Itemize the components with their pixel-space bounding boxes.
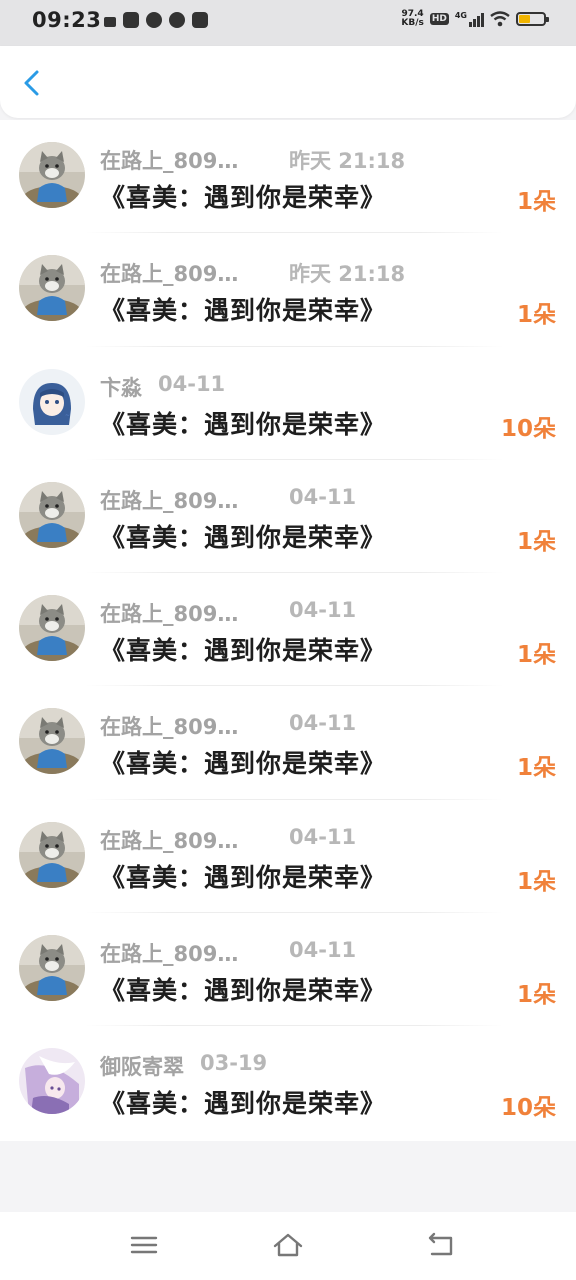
header-bar xyxy=(0,46,576,118)
avatar[interactable] xyxy=(19,481,85,548)
gift-row[interactable]: 在路上_809… 04-11 《喜美：遇到你是荣幸》 1朵 xyxy=(0,573,576,687)
status-bar: 09:23 97.4 KB/s HD 4G xyxy=(0,0,576,46)
mail-icon xyxy=(123,12,139,28)
flower-count: 1朵 xyxy=(516,528,556,555)
work-title: 《喜美：遇到你是荣幸》 xyxy=(100,296,387,326)
status-right: 97.4 KB/s HD 4G xyxy=(401,9,549,28)
flower-count: 1朵 xyxy=(516,982,556,1009)
flower-count: 1朵 xyxy=(516,189,556,215)
hd-badge: HD xyxy=(429,13,449,25)
avatar[interactable] xyxy=(19,255,85,322)
gift-row[interactable]: 御阪寄翠 03-19 《喜美：遇到你是荣幸》 10朵 xyxy=(0,1026,576,1139)
work-title: 《喜美：遇到你是荣幸》 xyxy=(100,749,387,779)
gift-row[interactable]: 在路上_809… 昨天 21:18 《喜美：遇到你是荣幸》 1朵 xyxy=(0,120,576,234)
gift-time: 04-11 xyxy=(289,711,357,736)
work-title: 《喜美：遇到你是荣幸》 xyxy=(100,409,387,439)
sender-name: 在路上_809… xyxy=(100,715,239,740)
status-time: 09:23 xyxy=(32,8,102,32)
svg-text:~: ~ xyxy=(65,412,70,419)
net-speed: 97.4 KB/s xyxy=(401,9,424,28)
signal-icon: 4G xyxy=(455,11,484,27)
avatar[interactable] xyxy=(19,821,85,888)
home-icon[interactable] xyxy=(272,1230,304,1260)
flower-count: 10朵 xyxy=(500,415,556,442)
menu-icon[interactable] xyxy=(128,1230,160,1260)
work-title: 《喜美：遇到你是荣幸》 xyxy=(100,862,387,892)
work-title: 《喜美：遇到你是荣幸》 xyxy=(100,636,387,666)
avatar[interactable]: ~ xyxy=(19,368,85,435)
gift-row[interactable]: ~ 卞淼 04-11 《喜美：遇到你是荣幸》 10朵 xyxy=(0,347,576,461)
gift-time: 04-11 xyxy=(289,598,357,623)
gift-time: 04-11 xyxy=(289,824,357,849)
sim-icon xyxy=(104,16,116,27)
gift-row[interactable]: 在路上_809… 04-11 《喜美：遇到你是荣幸》 1朵 xyxy=(0,460,576,574)
flower-count: 1朵 xyxy=(516,868,556,895)
gift-list: 在路上_809… 昨天 21:18 《喜美：遇到你是荣幸》 1朵 在路上_809… 昨天 … xyxy=(0,120,576,1141)
sender-name: 在路上_809… xyxy=(100,262,239,287)
flower-count: 1朵 xyxy=(516,302,556,329)
chevron-left-icon xyxy=(24,70,39,96)
sender-name: 在路上_809… xyxy=(100,602,239,627)
wifi-icon xyxy=(490,11,510,27)
gift-time: 04-11 xyxy=(289,484,357,509)
avatar[interactable] xyxy=(19,708,85,775)
gift-time: 03-19 xyxy=(200,1051,268,1076)
network-type: 4G xyxy=(454,11,467,20)
sender-name: 在路上_809… xyxy=(100,149,239,173)
flower-count: 1朵 xyxy=(516,642,556,669)
gift-time: 04-11 xyxy=(158,371,226,396)
avatar[interactable] xyxy=(19,595,85,662)
battery-icon xyxy=(516,12,549,26)
back-arrow-icon[interactable] xyxy=(424,1230,456,1260)
work-title: 《喜美：遇到你是荣幸》 xyxy=(100,522,387,552)
chat-bubble-icon xyxy=(169,12,185,28)
system-nav-bar xyxy=(0,1212,576,1280)
work-title: 《喜美：遇到你是荣幸》 xyxy=(100,976,387,1006)
flower-count: 1朵 xyxy=(516,755,556,782)
gift-row[interactable]: 在路上_809… 04-11 《喜美：遇到你是荣幸》 1朵 xyxy=(0,686,576,801)
avatar[interactable] xyxy=(19,1048,85,1115)
sender-name: 在路上_809… xyxy=(100,942,239,967)
work-title: 《喜美：遇到你是荣幸》 xyxy=(100,1089,387,1119)
avatar[interactable] xyxy=(19,142,85,208)
notification-icons xyxy=(104,12,208,28)
avatar[interactable] xyxy=(19,935,85,1002)
gift-row[interactable]: 在路上_809… 昨天 21:18 《喜美：遇到你是荣幸》 1朵 xyxy=(0,233,576,347)
sender-name: 在路上_809… xyxy=(100,488,239,513)
flower-count: 10朵 xyxy=(500,1095,556,1122)
gift-time: 昨天 21:18 xyxy=(289,262,406,287)
work-title: 《喜美：遇到你是荣幸》 xyxy=(100,183,387,212)
gift-row[interactable]: 在路上_809… 04-11 《喜美：遇到你是荣幸》 1朵 xyxy=(0,913,576,1027)
gift-time: 04-11 xyxy=(289,938,357,963)
gift-row[interactable]: 在路上_809… 04-11 《喜美：遇到你是荣幸》 1朵 xyxy=(0,800,576,914)
compass-icon xyxy=(146,12,162,28)
storage-icon xyxy=(192,12,208,28)
sender-name: 卞淼 xyxy=(100,375,142,400)
sender-name: 在路上_809… xyxy=(100,828,239,853)
back-button[interactable] xyxy=(16,66,50,100)
sender-name: 御阪寄翠 xyxy=(100,1055,184,1080)
gift-time: 昨天 21:18 xyxy=(289,149,406,173)
